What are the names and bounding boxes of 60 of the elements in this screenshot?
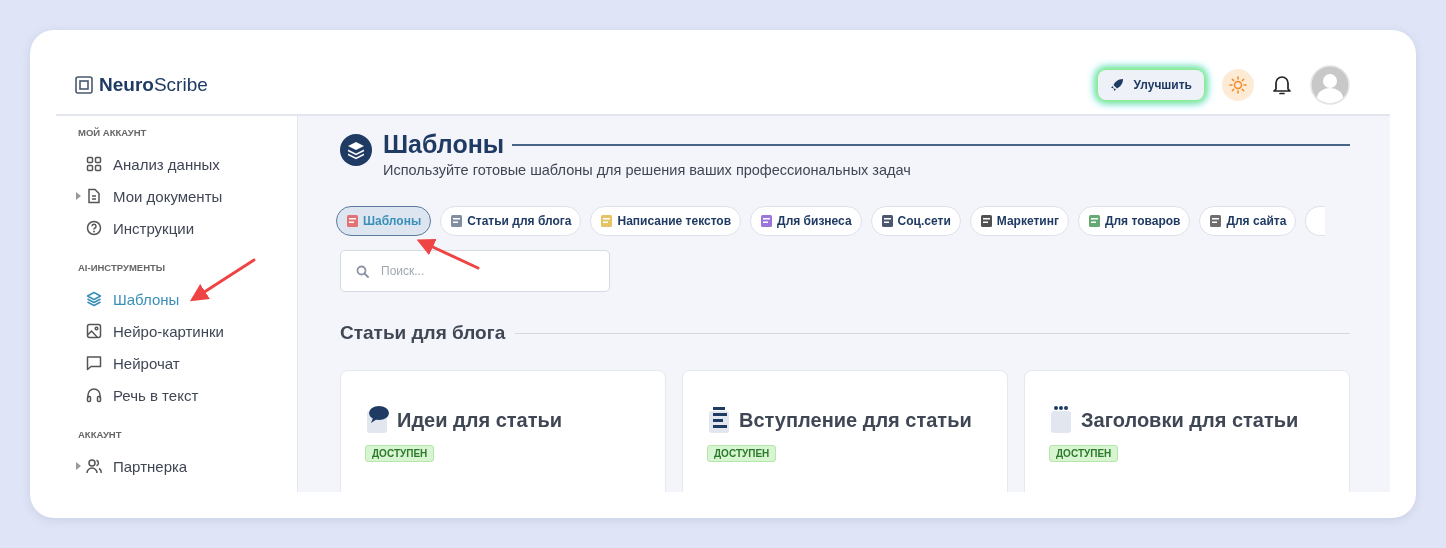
theme-toggle-button[interactable] — [1222, 69, 1254, 101]
users-icon — [86, 458, 102, 474]
category-icon — [1087, 214, 1101, 228]
avatar-icon[interactable] — [1310, 65, 1350, 105]
page-title: Шаблоны — [383, 130, 505, 159]
document-icon — [86, 188, 102, 204]
sidebar-item[interactable]: Речь в текст — [86, 386, 199, 404]
sidebar-item[interactable]: Мои документы — [86, 187, 223, 205]
category-chip[interactable]: Для сайта — [1199, 206, 1297, 236]
headphones-icon — [86, 387, 102, 403]
status-badge: ДОСТУПЕН — [707, 445, 777, 462]
sidebar-item[interactable]: Анализ данных — [86, 155, 220, 173]
layers-icon — [86, 291, 102, 307]
template-icon — [365, 405, 391, 435]
logo-text[interactable]: NeuroScribe — [99, 74, 208, 96]
layers-icon — [340, 134, 372, 166]
help-icon — [86, 220, 102, 236]
status-badge: ДОСТУПЕН — [365, 445, 435, 462]
category-icon — [979, 214, 993, 228]
sidebar-item[interactable]: Нейрочат — [86, 354, 180, 372]
category-chip[interactable]: Соц.сети — [870, 206, 961, 236]
category-chip[interactable]: Для бизнеса — [750, 206, 862, 236]
logo-icon — [75, 76, 93, 94]
sidebar-item[interactable]: Партнерка — [86, 457, 188, 475]
category-icon — [760, 214, 774, 228]
rocket-icon — [1109, 78, 1124, 92]
upgrade-button[interactable]: Улучшить — [1097, 70, 1204, 100]
card-title: Идеи для статьи — [397, 408, 563, 432]
status-badge: ДОСТУПЕН — [1049, 445, 1119, 462]
category-icon — [346, 214, 359, 228]
sidebar-section-title: МОЙ АККАУНТ — [78, 127, 148, 138]
category-chip[interactable]: Маркетинг — [969, 206, 1069, 236]
notification-bell-icon[interactable] — [1272, 74, 1292, 96]
sidebar-section-title: AI-ИНСТРУМЕНТЫ — [78, 262, 167, 273]
category-icon — [1209, 214, 1223, 228]
expand-caret-icon[interactable] — [76, 192, 81, 200]
template-card[interactable]: Заголовки для статьи ДОСТУПЕН — [1024, 370, 1350, 492]
category-icon — [600, 214, 614, 228]
sidebar-item[interactable]: Нейро-картинки — [86, 322, 224, 340]
card-title: Вступление для статьи — [739, 408, 972, 432]
chat-icon — [86, 355, 102, 371]
annotation-arrow — [189, 258, 256, 302]
sun-icon — [1229, 76, 1247, 94]
sidebar-section-title: АККАУНТ — [78, 429, 123, 440]
section-title: Статьи для блога — [340, 322, 506, 344]
template-card[interactable]: Идеи для статьи ДОСТУПЕН — [340, 370, 666, 492]
category-chip[interactable]: Статьи для блога — [440, 206, 582, 236]
sidebar-item[interactable]: Шаблоны — [86, 290, 180, 308]
search-field[interactable]: Поиск... — [340, 250, 610, 292]
category-chip[interactable]: Написание текстов — [590, 206, 742, 236]
image-icon — [86, 323, 102, 339]
template-card[interactable]: Вступление для статьи ДОСТУПЕН — [682, 370, 1008, 492]
expand-caret-icon[interactable] — [76, 462, 81, 470]
category-icon — [880, 214, 894, 228]
category-chip[interactable]: Для товаров — [1077, 206, 1191, 236]
grid-icon — [86, 156, 102, 172]
card-title: Заголовки для статьи — [1081, 408, 1299, 432]
sidebar-item[interactable]: Инструкции — [86, 219, 195, 237]
category-icon — [450, 214, 464, 228]
page-subtitle: Используйте готовые шаблоны для решения ваших профессиональных задач — [383, 162, 912, 178]
